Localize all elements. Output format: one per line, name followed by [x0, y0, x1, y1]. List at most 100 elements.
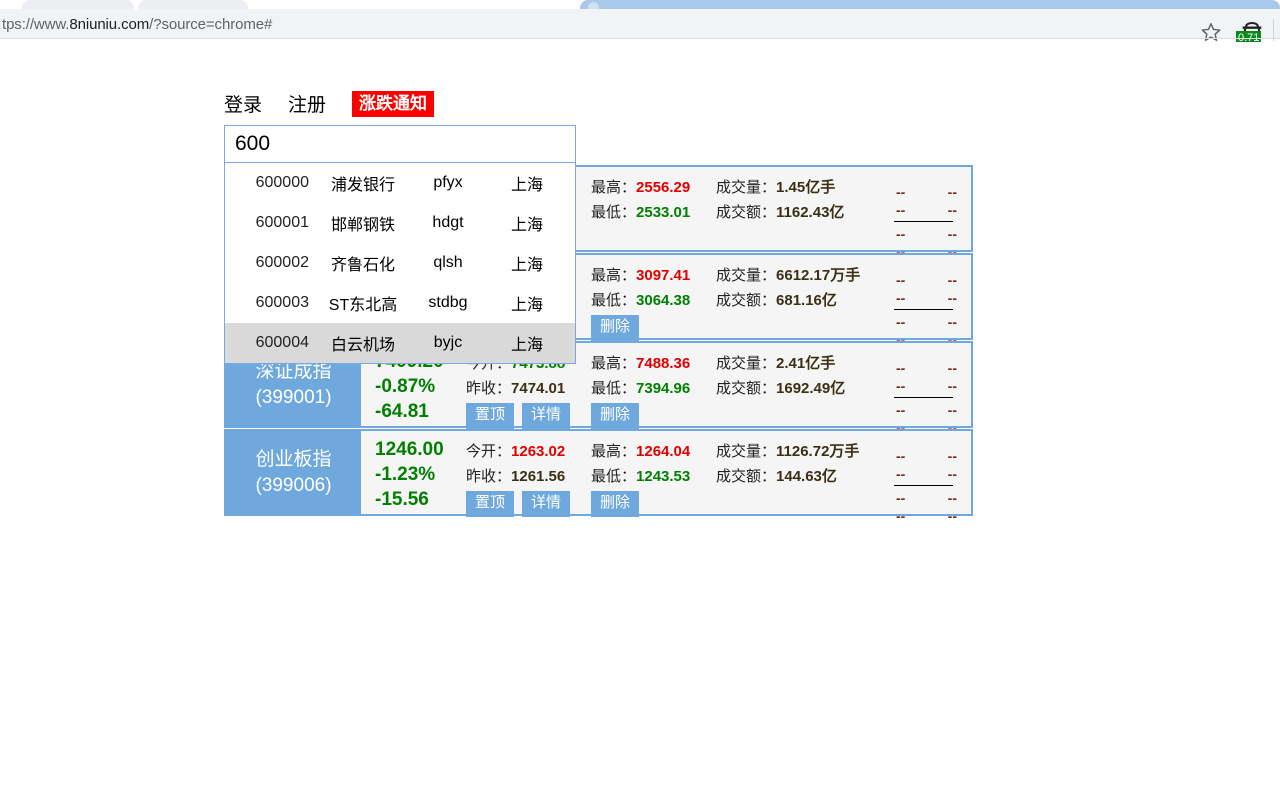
high-row: 最高：1264.04 — [591, 439, 716, 464]
suggestion-item[interactable]: 600002 齐鲁石化 qlsh 上海 — [225, 243, 575, 283]
orderbook-row: -- -- — [876, 271, 971, 289]
orderbook-row: -- -- — [876, 359, 971, 377]
prevclose-label: 昨收： — [466, 380, 512, 397]
orderbook-left-value: -- — [896, 290, 906, 306]
tab-favicon-icon — [588, 2, 599, 9]
volume-value: 1126.72万手 — [776, 443, 860, 460]
orderbook-left-value: -- — [896, 466, 906, 482]
low-label: 最低： — [591, 380, 637, 397]
volume-label: 成交量： — [716, 179, 777, 196]
background-tab-2[interactable] — [138, 0, 248, 9]
prevclose-row: 昨收：1261.56 — [466, 464, 591, 489]
low-row: 最低：3064.38 — [591, 288, 716, 313]
turnover-row: 成交额：1692.49亿 — [716, 376, 876, 401]
detail-button[interactable]: 详情 — [522, 491, 571, 517]
top-nav: 登录 注册 涨跌通知 — [224, 90, 435, 117]
orderbook-left-value: -- — [896, 378, 906, 394]
open-prevclose-column: 今开：1263.02 昨收：1261.56 置顶 详情 — [466, 431, 591, 517]
high-low-column: 最高：2556.29 最低：2533.01 — [591, 167, 716, 250]
price-alert-badge[interactable]: 涨跌通知 — [352, 90, 435, 117]
orderbook-left-value: -- — [896, 490, 906, 506]
suggestion-name: 白云机场 — [330, 337, 395, 354]
high-value: 3097.41 — [636, 267, 691, 284]
detail-button[interactable]: 详情 — [522, 403, 571, 429]
turnover-label: 成交额： — [716, 468, 777, 485]
volume-row: 成交量：1126.72万手 — [716, 439, 876, 464]
orderbook-left-value: -- — [896, 226, 906, 242]
suggestion-item[interactable]: 600003 ST东北高 stdbg 上海 — [225, 283, 575, 323]
orderbook-row: -- -- — [876, 289, 971, 307]
orderbook-divider — [894, 309, 953, 310]
orderbook-right-value: -- — [947, 314, 957, 330]
orderbook-grid: -- -- -- -- -- -- -- -- — [876, 439, 971, 524]
tab-strip — [0, 0, 1280, 9]
orderbook-row: -- -- — [876, 183, 971, 201]
orderbook-left-value: -- — [896, 360, 906, 376]
pin-button[interactable]: 置顶 — [466, 491, 515, 517]
low-label: 最低： — [591, 204, 637, 221]
suggestion-item[interactable]: 600004 白云机场 byjc 上海 — [225, 323, 575, 363]
orderbook-left-value: -- — [896, 202, 906, 218]
browser-chrome: tps://www.8niuniu.com/?source=chrome# 0.… — [0, 0, 1280, 45]
orderbook-right-value: -- — [947, 202, 957, 218]
suggestion-item[interactable]: 600001 邯郸钢铁 hdgt 上海 — [225, 203, 575, 243]
delete-button[interactable]: 删除 — [591, 403, 640, 429]
low-value: 3064.38 — [636, 292, 691, 309]
low-value: 7394.96 — [636, 380, 691, 397]
prevclose-label: 昨收： — [466, 468, 512, 485]
pin-button[interactable]: 置顶 — [466, 403, 515, 429]
suggestion-pinyin: qlsh — [433, 254, 463, 271]
orderbook-right-value: -- — [947, 290, 957, 306]
suggestion-city: 上海 — [510, 217, 543, 234]
orderbook-row: -- -- — [876, 465, 971, 483]
stock-search-input[interactable] — [224, 125, 576, 163]
stock-name-block[interactable]: 创业板指 (399006) — [226, 431, 361, 514]
orderbook-left-value: -- — [896, 184, 906, 200]
open-row: 今开：1263.02 — [466, 439, 591, 464]
delete-button[interactable]: 删除 — [591, 315, 640, 341]
card-delete-button-row: 删除 — [591, 315, 716, 341]
suggestion-city: 上海 — [510, 257, 543, 274]
low-row: 最低：2533.01 — [591, 200, 716, 225]
address-bar-url: tps://www.8niuniu.com/?source=chrome# — [2, 15, 273, 33]
suggestion-pinyin: byjc — [433, 334, 463, 351]
page-content: 登录 注册 涨跌通知 今开：昨收：最高：2556.29最低：2533.01成交量… — [0, 42, 1280, 800]
stock-last-price: 1246.00 — [375, 439, 444, 460]
register-link[interactable]: 注册 — [288, 90, 326, 117]
low-label: 最低： — [591, 468, 637, 485]
orderbook-left-value: -- — [896, 314, 906, 330]
address-bar[interactable]: tps://www.8niuniu.com/?source=chrome# — [0, 11, 1180, 37]
high-value: 2556.29 — [636, 179, 691, 196]
high-label: 最高： — [591, 267, 637, 284]
turnover-value: 681.16亿 — [776, 292, 837, 309]
background-tab-1[interactable] — [22, 0, 134, 9]
volume-row: 成交量：1.45亿手 — [716, 175, 876, 200]
orderbook-grid: -- -- -- -- -- -- -- -- — [876, 175, 971, 260]
active-tab[interactable] — [580, 0, 1280, 9]
stock-card: 创业板指 (399006) 1246.00 -1.23% -15.56 今开：1263.0… — [224, 429, 973, 524]
volume-label: 成交量： — [716, 443, 777, 460]
suggestion-item[interactable]: 600000 浦发银行 pfyx 上海 — [225, 163, 575, 203]
login-link[interactable]: 登录 — [224, 90, 262, 117]
turnover-row: 成交额：1162.43亿 — [716, 200, 876, 225]
volume-row: 成交量：6612.17万手 — [716, 263, 876, 288]
suggestion-code: 600004 — [255, 334, 309, 351]
orderbook-right-value: -- — [947, 508, 957, 524]
orderbook-left-value: -- — [896, 508, 906, 524]
high-label: 最高： — [591, 355, 637, 372]
high-label: 最高： — [591, 443, 637, 460]
low-label: 最低： — [591, 292, 637, 309]
orderbook-right-value: -- — [947, 360, 957, 376]
orderbook-placeholder-column: -- -- -- -- -- -- -- -- — [876, 343, 971, 436]
search-suggestions-dropdown[interactable]: 600000 浦发银行 pfyx 上海 600001 邯郸钢铁 hdgt 上海 600002 齐鲁… — [224, 163, 576, 364]
volume-row: 成交量：2.41亿手 — [716, 351, 876, 376]
orderbook-placeholder-column: -- -- -- -- -- -- -- -- — [876, 167, 971, 260]
bookmark-star-icon[interactable] — [1200, 21, 1222, 43]
turnover-label: 成交额： — [716, 204, 777, 221]
high-label: 最高： — [591, 179, 637, 196]
orderbook-left-value: -- — [896, 272, 906, 288]
high-low-column: 最高：7488.36 最低：7394.96 删除 — [591, 343, 716, 429]
delete-button[interactable]: 删除 — [591, 491, 640, 517]
volume-turnover-column: 成交量：1126.72万手 成交额：144.63亿 — [716, 431, 876, 514]
card-action-buttons: 置顶 详情 — [466, 403, 591, 429]
